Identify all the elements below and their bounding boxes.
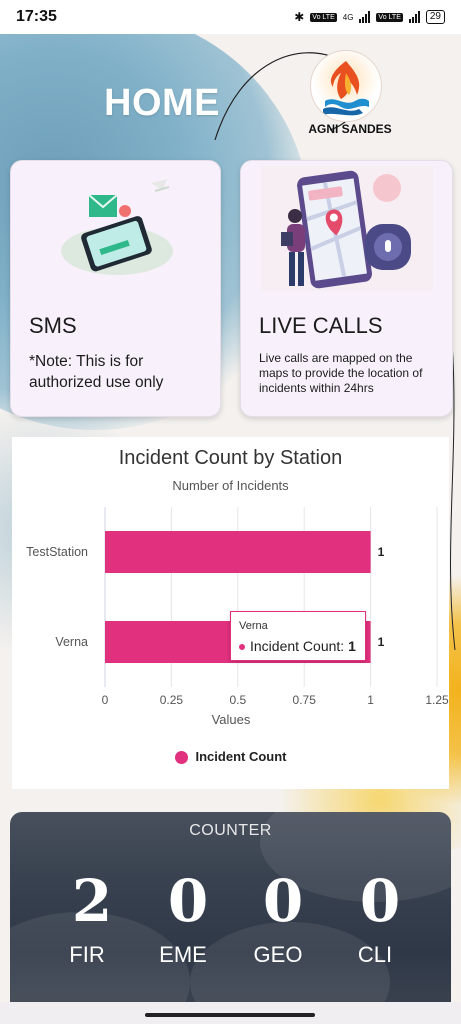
data-label: 1 <box>378 545 385 559</box>
tooltip-value: 1 <box>348 638 356 654</box>
status-icons: ✱ Vo LTE 4G Vo LTE 29 <box>294 10 445 24</box>
status-bar: 17:35 ✱ Vo LTE 4G Vo LTE 29 <box>0 0 461 34</box>
flame-logo-icon <box>310 50 382 122</box>
map-illustration-icon <box>261 166 433 291</box>
live-calls-card-note: Live calls are mapped on the maps to pro… <box>259 351 423 395</box>
page-title: HOME <box>104 82 220 124</box>
volte-badge-2: Vo LTE <box>376 12 403 22</box>
chart-legend[interactable]: Incident Count <box>12 749 449 765</box>
logo-text: AGNI SANDES <box>308 122 392 136</box>
eme-label: EME <box>159 942 207 967</box>
incident-chart: Incident Count by Station Number of Inci… <box>12 437 449 789</box>
status-time: 17:35 <box>16 8 57 25</box>
bar <box>105 531 371 573</box>
battery-icon: 29 <box>425 10 445 24</box>
signal-icon-2 <box>408 11 420 23</box>
fir-count: 2 <box>71 867 113 935</box>
chart-tooltip: Verna Incident Count: 1 <box>230 611 366 661</box>
cli-label: CLI <box>357 942 393 967</box>
tooltip-dot <box>239 644 245 651</box>
geo-label: GEO <box>253 942 303 967</box>
category-label: Verna <box>55 635 88 649</box>
cli-count: 0 <box>359 867 401 935</box>
counter-title: COUNTER <box>189 822 272 839</box>
legend-swatch <box>174 751 188 765</box>
sms-card-title: SMS <box>29 313 77 338</box>
gesture-nav-bar <box>0 1002 461 1024</box>
tooltip-series: Incident Count <box>250 638 341 654</box>
legend-label: Incident Count <box>195 749 287 764</box>
tooltip-category: Verna <box>239 620 268 632</box>
x-tick-label: 0.5 <box>229 693 246 707</box>
x-tick-label: 0.75 <box>293 693 317 707</box>
volte-badge: Vo LTE <box>310 12 337 22</box>
data-label: 1 <box>378 635 385 649</box>
x-tick-label: 1 <box>367 693 374 707</box>
live-calls-card-title: LIVE CALLS <box>259 313 383 338</box>
counter-panel: COUNTER 2 0 0 0 FIR EME GEO CLI <box>10 812 451 1012</box>
live-calls-card[interactable]: LIVE CALLS Live calls are mapped on the … <box>240 160 453 417</box>
tooltip-value-row: Incident Count: 1 <box>239 638 356 654</box>
geo-count: 0 <box>262 867 304 935</box>
network-type-label: 4G <box>342 12 354 22</box>
eme-count: 0 <box>167 867 209 935</box>
fir-label: FIR <box>69 942 105 967</box>
x-tick-label: 0 <box>102 693 109 707</box>
sms-illustration-icon <box>59 173 179 283</box>
signal-icon <box>359 11 371 23</box>
sms-card-note: *Note: This is for authorized use only <box>29 353 164 391</box>
sms-card[interactable]: SMS *Note: This is for authorized use on… <box>10 160 221 417</box>
home-gesture-handle[interactable] <box>145 1013 315 1017</box>
x-tick-label: 0.25 <box>160 693 184 707</box>
x-axis-label: Values <box>212 712 251 727</box>
x-tick-label: 1.25 <box>425 693 449 707</box>
app-logo: AGNI SANDES <box>300 50 400 146</box>
bluetooth-icon: ✱ <box>294 10 305 24</box>
category-label: TestStation <box>26 545 88 559</box>
